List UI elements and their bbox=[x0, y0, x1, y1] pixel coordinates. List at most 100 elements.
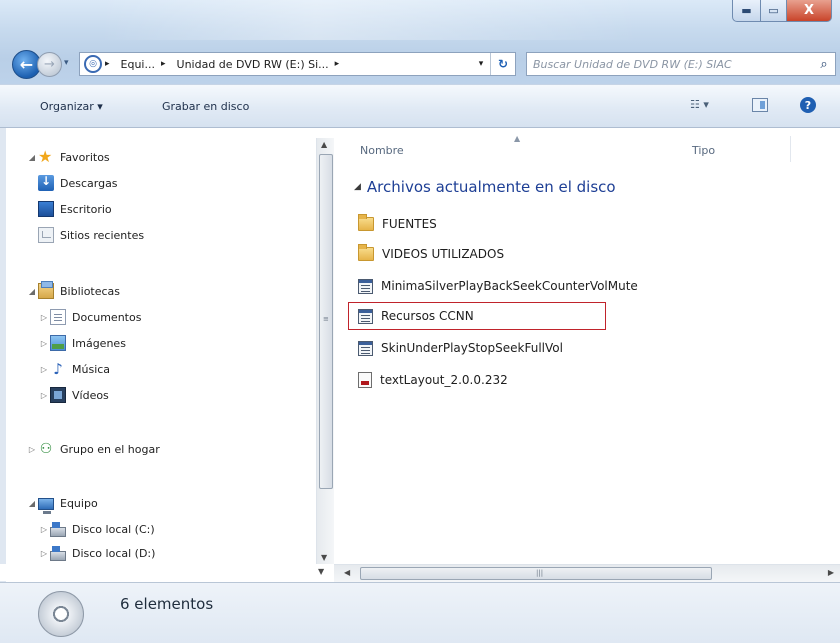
sidebar-item-label: Favoritos bbox=[60, 150, 110, 164]
collapse-arrow-icon[interactable]: ▷ bbox=[38, 365, 50, 374]
list-item[interactable]: VIDEOS UTILIZADOS bbox=[358, 242, 504, 266]
sidebar-item-label: Disco local (C:) bbox=[72, 522, 155, 536]
file-list-horizontal-scrollbar[interactable]: ◀ ||| ▶ bbox=[334, 564, 840, 582]
recent-pages-dropdown[interactable]: ▾ bbox=[64, 58, 74, 68]
list-item[interactable]: SkinUnderPlayStopSeekFullVol bbox=[358, 336, 563, 360]
sidebar-item-label: Vídeos bbox=[72, 388, 109, 402]
group-header-label: Archivos actualmente en el disco bbox=[366, 178, 616, 196]
documents-icon bbox=[50, 309, 66, 325]
window-left-edge bbox=[0, 128, 6, 582]
homegroup-icon: ⚇ bbox=[39, 441, 53, 457]
sidebar-item-label: Música bbox=[72, 362, 111, 376]
sidebar-item-documentos[interactable]: ▷ Documentos bbox=[38, 306, 141, 328]
sidebar-item-label: Grupo en el hogar bbox=[60, 442, 160, 456]
sidebar-item-disco-d[interactable]: ▷ Disco local (D:) bbox=[38, 542, 155, 562]
scroll-left-arrow-icon[interactable]: ◀ bbox=[344, 568, 350, 577]
change-view-button[interactable]: ☷ ▾ bbox=[690, 98, 709, 111]
breadcrumb-separator[interactable]: ▸ bbox=[335, 59, 345, 69]
downloads-icon bbox=[38, 174, 54, 191]
local-disk-icon bbox=[50, 522, 66, 537]
sidebar-item-videos[interactable]: ▷ Vídeos bbox=[38, 384, 109, 406]
expand-arrow-icon[interactable]: ◢ bbox=[26, 153, 38, 162]
search-input[interactable] bbox=[527, 55, 813, 73]
collapse-arrow-icon[interactable]: ▷ bbox=[38, 549, 50, 558]
sidebar-item-imagenes[interactable]: ▷ Imágenes bbox=[38, 332, 126, 354]
help-button[interactable]: ? bbox=[800, 97, 816, 113]
breadcrumb-label: Equi... bbox=[120, 57, 155, 71]
flash-file-icon bbox=[358, 308, 373, 324]
breadcrumb-separator[interactable]: ▸ bbox=[161, 59, 171, 69]
burn-to-disc-button[interactable]: Grabar en disco bbox=[162, 85, 249, 128]
navigation-pane-scrollbar[interactable]: ▲ ≡ ▼ bbox=[316, 138, 334, 564]
scroll-down-arrow-icon[interactable]: ▼ bbox=[321, 553, 327, 562]
expand-arrow-icon[interactable]: ◢ bbox=[26, 287, 38, 296]
title-bar: ▬ ▭ X ← → ▾ ◎ ▸ Equi... ▸ Unidad de DVD … bbox=[0, 0, 840, 84]
generic-file-icon bbox=[358, 372, 372, 388]
file-name: MinimaSilverPlayBackSeekCounterVolMute bbox=[381, 279, 638, 293]
star-icon: ★ bbox=[38, 147, 53, 166]
sidebar-item-descargas[interactable]: Descargas bbox=[38, 172, 118, 194]
column-header-name[interactable]: Nombre bbox=[360, 144, 404, 157]
column-divider[interactable] bbox=[790, 136, 791, 162]
refresh-button[interactable]: ↻ bbox=[490, 53, 515, 75]
file-name: SkinUnderPlayStopSeekFullVol bbox=[381, 341, 563, 355]
forward-button[interactable]: → bbox=[37, 52, 62, 77]
group-header[interactable]: ◢ Archivos actualmente en el disco bbox=[354, 178, 616, 196]
breadcrumb-computer[interactable]: Equi... bbox=[121, 58, 155, 71]
collapse-arrow-icon[interactable]: ▷ bbox=[38, 525, 50, 534]
maximize-button[interactable]: ▭ bbox=[761, 0, 787, 22]
sidebar-item-equipo[interactable]: ◢ Equipo bbox=[26, 492, 98, 514]
expand-arrow-icon[interactable]: ◢ bbox=[26, 499, 38, 508]
desktop-icon bbox=[38, 201, 54, 217]
pictures-icon bbox=[50, 335, 66, 351]
breadcrumb-dvd-drive[interactable]: Unidad de DVD RW (E:) Si... bbox=[177, 58, 329, 71]
file-name: textLayout_2.0.0.232 bbox=[380, 373, 508, 387]
sidebar-item-label: Imágenes bbox=[72, 336, 126, 350]
videos-icon bbox=[50, 387, 66, 403]
close-button[interactable]: X bbox=[787, 0, 832, 22]
address-history-dropdown[interactable]: ▾ bbox=[472, 59, 490, 69]
scrollbar-thumb[interactable]: ≡ bbox=[319, 154, 333, 489]
file-name: FUENTES bbox=[382, 217, 437, 231]
sidebar-item-label: Descargas bbox=[60, 176, 118, 190]
breadcrumb-separator[interactable]: ▸ bbox=[105, 59, 115, 69]
breadcrumb-label: Unidad de DVD RW (E:) Si... bbox=[176, 57, 329, 71]
preview-pane-icon[interactable] bbox=[752, 98, 768, 112]
collapse-arrow-icon[interactable]: ▷ bbox=[38, 391, 50, 400]
list-item[interactable]: textLayout_2.0.0.232 bbox=[358, 368, 508, 392]
sidebar-item-sitios-recientes[interactable]: Sitios recientes bbox=[38, 224, 144, 246]
chevron-right-icon: ▸ bbox=[160, 59, 166, 69]
scroll-up-arrow-icon[interactable]: ▲ bbox=[321, 140, 327, 149]
sidebar-item-bibliotecas[interactable]: ◢ Bibliotecas bbox=[26, 280, 120, 302]
scroll-right-arrow-icon[interactable]: ▶ bbox=[828, 568, 834, 577]
search-icon[interactable]: ⌕ bbox=[813, 57, 835, 72]
organize-button[interactable]: Organizar ▾ bbox=[40, 85, 103, 128]
collapse-arrow-icon[interactable]: ▷ bbox=[38, 339, 50, 348]
list-item[interactable]: FUENTES bbox=[358, 212, 437, 236]
minimize-button[interactable]: ▬ bbox=[732, 0, 761, 22]
sidebar-item-grupo-hogar[interactable]: ▷ ⚇ Grupo en el hogar bbox=[26, 438, 160, 460]
local-disk-icon bbox=[50, 546, 66, 561]
item-count: 6 elementos bbox=[120, 595, 214, 613]
scroll-down-arrow-icon[interactable]: ▼ bbox=[318, 567, 324, 576]
list-item[interactable]: MinimaSilverPlayBackSeekCounterVolMute bbox=[358, 274, 638, 298]
glass-stripe bbox=[100, 0, 640, 40]
dvd-disc-icon bbox=[38, 591, 84, 637]
scroll-grip-icon: ||| bbox=[536, 569, 544, 577]
sidebar-item-favoritos[interactable]: ◢ ★ Favoritos bbox=[26, 146, 110, 168]
recent-places-icon bbox=[38, 227, 54, 243]
sidebar-item-label: Equipo bbox=[60, 496, 98, 510]
sidebar-item-disco-c[interactable]: ▷ Disco local (C:) bbox=[38, 518, 155, 540]
list-item-highlighted[interactable]: Recursos CCNN bbox=[358, 304, 474, 328]
column-header-type[interactable]: Tipo bbox=[692, 144, 715, 157]
sidebar-item-musica[interactable]: ▷ ♪ Música bbox=[38, 358, 110, 380]
scrollbar-thumb[interactable]: ||| bbox=[360, 567, 712, 580]
address-bar[interactable]: ◎ ▸ Equi... ▸ Unidad de DVD RW (E:) Si..… bbox=[79, 52, 516, 76]
collapse-group-icon[interactable]: ◢ bbox=[354, 182, 361, 192]
collapse-arrow-icon[interactable]: ▷ bbox=[38, 313, 50, 322]
sidebar-item-label: Documentos bbox=[72, 310, 142, 324]
flash-file-icon bbox=[358, 340, 373, 356]
collapse-arrow-icon[interactable]: ▷ bbox=[26, 445, 38, 454]
sidebar-item-escritorio[interactable]: Escritorio bbox=[38, 198, 112, 220]
navigation-pane: ◢ ★ Favoritos Descargas Escritorio Sitio… bbox=[26, 128, 316, 562]
